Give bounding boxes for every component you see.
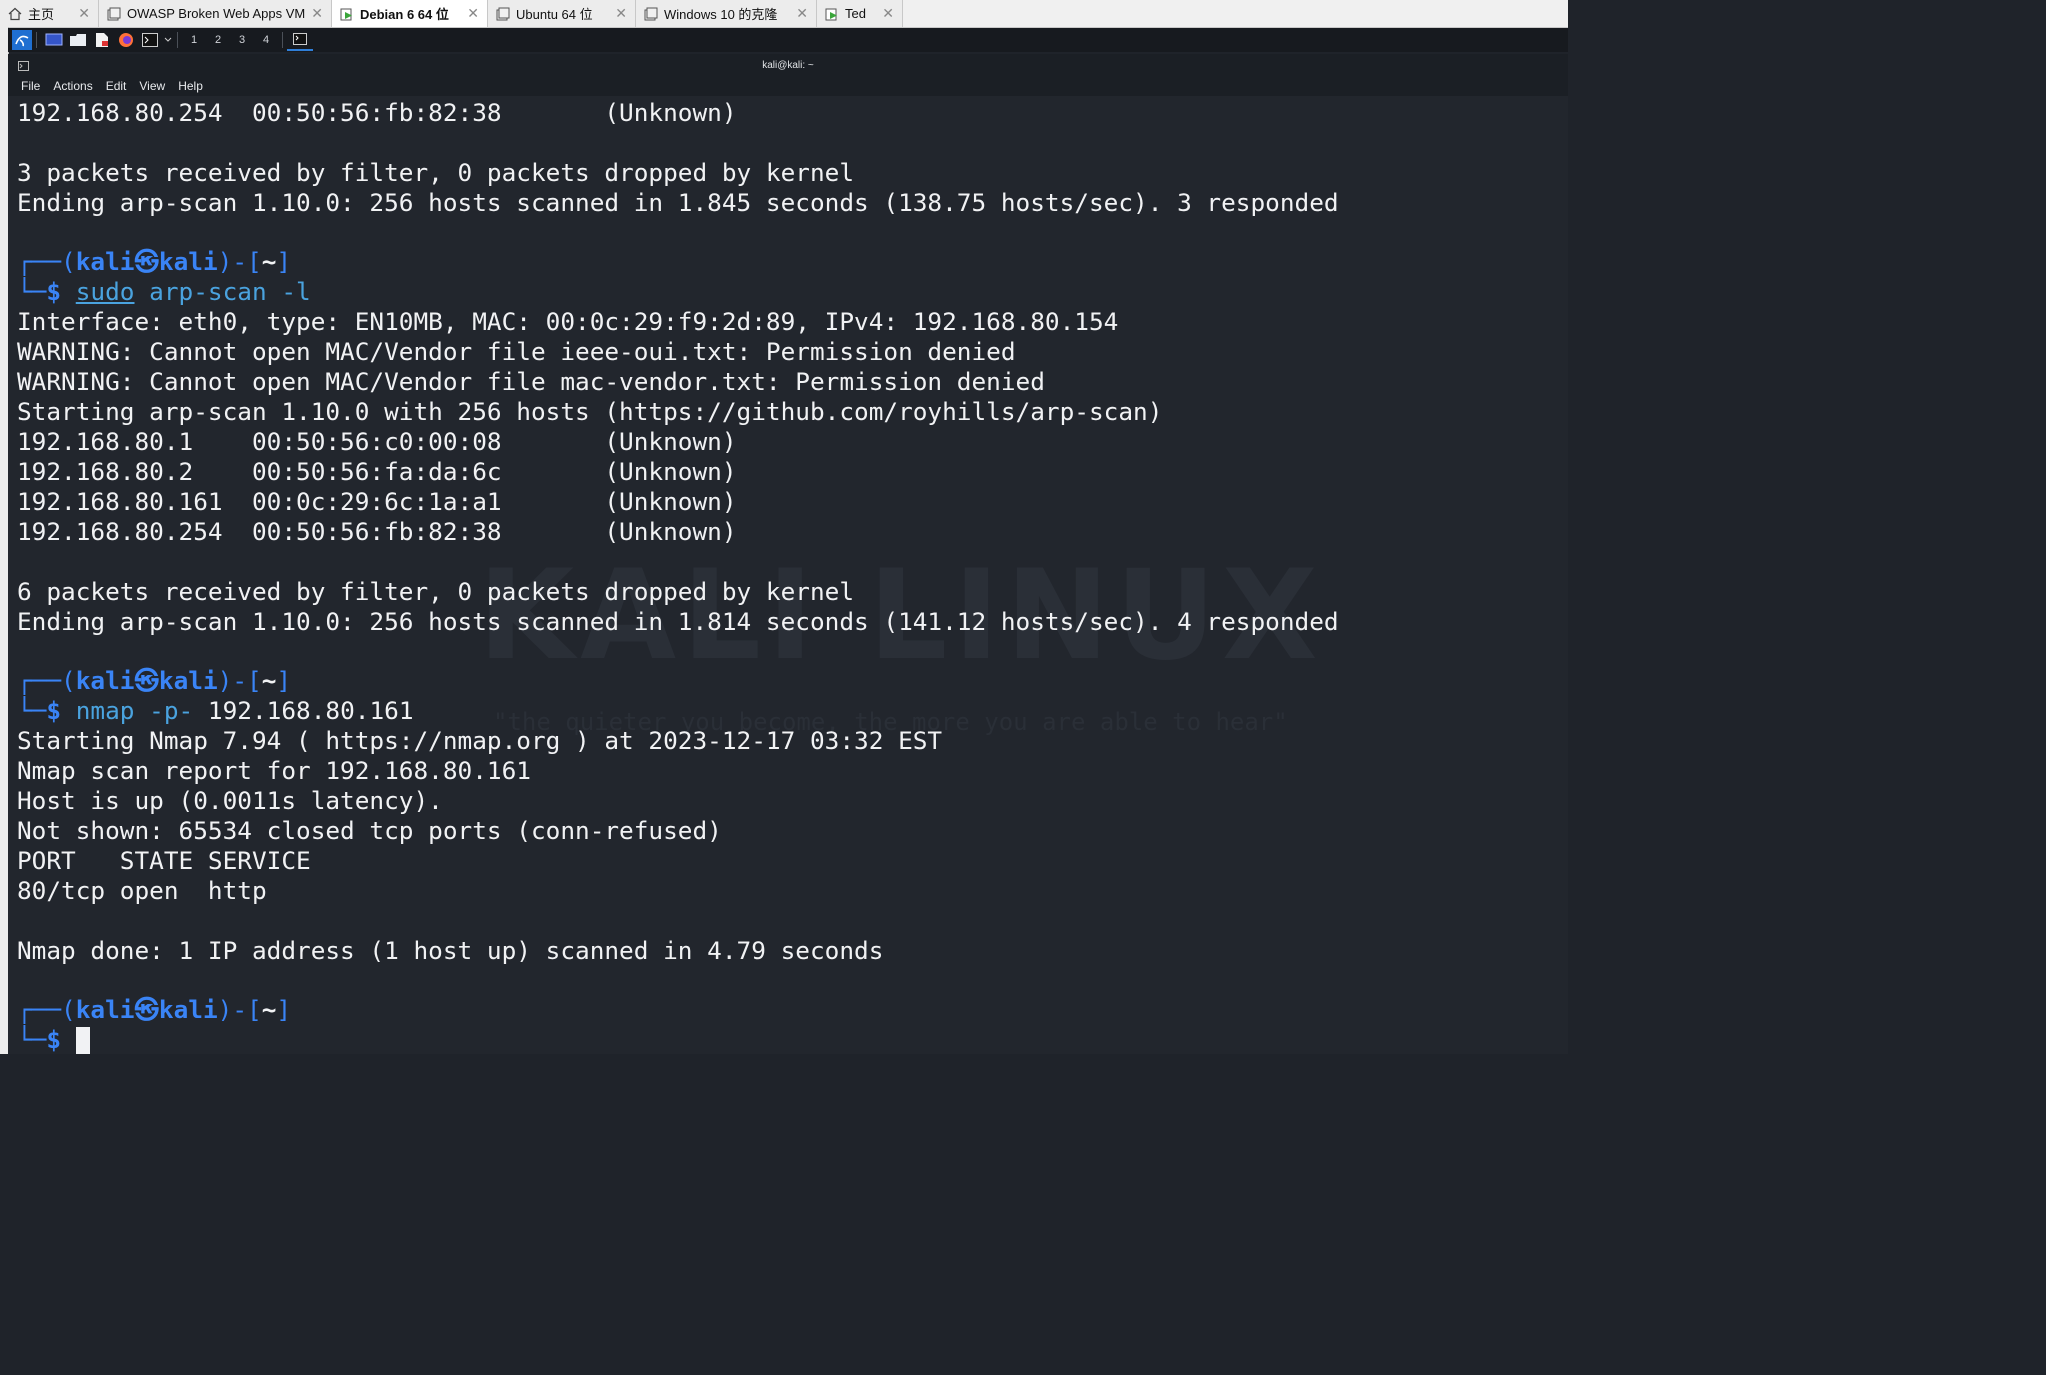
output-line: 192.168.80.254 00:50:56:fb:82:38 (Unknow…: [17, 517, 737, 546]
kali-top-panel: 1 2 3 4: [8, 28, 1568, 52]
desktop-icon[interactable]: [43, 30, 65, 50]
menu-edit[interactable]: Edit: [106, 79, 127, 93]
command-line: └─$ nmap -p- 192.168.80.161: [17, 696, 414, 725]
prompt-line: ┌──(kali㉿kali)-[~]: [17, 995, 292, 1024]
panel-separator: [177, 32, 178, 48]
tab-home[interactable]: 主页 ✕: [0, 0, 99, 27]
output-line: PORT STATE SERVICE: [17, 846, 311, 875]
close-icon[interactable]: ✕: [311, 6, 323, 22]
output-line: 192.168.80.161 00:0c:29:6c:1a:a1 (Unknow…: [17, 487, 737, 516]
panel-separator: [36, 32, 37, 48]
workspace-4[interactable]: 4: [254, 34, 278, 46]
workspace-2[interactable]: 2: [206, 34, 230, 46]
terminal-title-bar: kali@kali: ~: [8, 54, 1568, 76]
menu-actions[interactable]: Actions: [53, 79, 92, 93]
output-line: 192.168.80.2 00:50:56:fa:da:6c (Unknown): [17, 457, 737, 486]
menu-view[interactable]: View: [139, 79, 165, 93]
chevron-down-icon[interactable]: [163, 30, 173, 50]
text-cursor: [75, 1027, 90, 1054]
output-line: 192.168.80.254 00:50:56:fb:82:38 (Unknow…: [17, 98, 737, 127]
tab-label: Debian 6 64 位: [360, 7, 449, 22]
close-icon[interactable]: ✕: [78, 6, 90, 22]
tab-ted-vm[interactable]: Ted ✕: [817, 0, 903, 27]
terminal-window-icon: [293, 30, 307, 49]
workspace-1[interactable]: 1: [182, 34, 206, 46]
output-line: Not shown: 65534 closed tcp ports (conn-…: [17, 816, 722, 845]
tab-label: Windows 10 的克隆: [664, 7, 778, 22]
tab-windows10-vm[interactable]: Windows 10 的克隆 ✕: [636, 0, 817, 27]
window-title: kali@kali: ~: [762, 59, 814, 71]
close-icon[interactable]: ✕: [467, 6, 479, 22]
close-icon[interactable]: ✕: [882, 6, 894, 22]
output-line: 80/tcp open http: [17, 876, 267, 905]
output-line: Ending arp-scan 1.10.0: 256 hosts scanne…: [17, 607, 1339, 636]
terminal-icon[interactable]: [139, 30, 161, 50]
tab-label: OWASP Broken Web Apps VM ...: [127, 6, 306, 21]
command-line[interactable]: └─$: [17, 1025, 90, 1054]
output-line: 6 packets received by filter, 0 packets …: [17, 577, 855, 606]
output-line: WARNING: Cannot open MAC/Vendor file mac…: [17, 367, 1045, 396]
tab-label: 主页: [28, 7, 55, 22]
vm-running-icon: [825, 7, 839, 21]
workspace-3[interactable]: 3: [230, 34, 254, 46]
vm-tab-bar: 主页 ✕ OWASP Broken Web Apps VM ... ✕ Debi…: [0, 0, 1568, 28]
close-icon[interactable]: ✕: [615, 6, 627, 22]
output-line: Nmap done: 1 IP address (1 host up) scan…: [17, 936, 884, 965]
firefox-icon[interactable]: [115, 30, 137, 50]
tab-label: Ted: [845, 6, 866, 21]
output-line: Host is up (0.0011s latency).: [17, 786, 443, 815]
output-line: Ending arp-scan 1.10.0: 256 hosts scanne…: [17, 188, 1339, 217]
menu-help[interactable]: Help: [178, 79, 203, 93]
home-icon: [8, 7, 22, 21]
vm-icon: [496, 7, 510, 21]
output-line: WARNING: Cannot open MAC/Vendor file iee…: [17, 337, 1016, 366]
tab-ubuntu-vm[interactable]: Ubuntu 64 位 ✕: [488, 0, 636, 27]
vm-running-icon: [340, 7, 354, 21]
text-editor-icon[interactable]: [91, 30, 113, 50]
output-line: Interface: eth0, type: EN10MB, MAC: 00:0…: [17, 307, 1119, 336]
output-line: Starting arp-scan 1.10.0 with 256 hosts …: [17, 397, 1163, 426]
tab-debian-vm[interactable]: Debian 6 64 位 ✕: [332, 0, 488, 27]
tab-owasp-vm[interactable]: OWASP Broken Web Apps VM ... ✕: [99, 0, 332, 27]
output-line: 192.168.80.1 00:50:56:c0:00:08 (Unknown): [17, 427, 737, 456]
panel-separator: [282, 32, 283, 48]
command-line: └─$ sudo arp-scan -l: [17, 277, 311, 306]
output-line: Nmap scan report for 192.168.80.161: [17, 756, 531, 785]
terminal-menu-bar: File Actions Edit View Help: [8, 76, 1568, 96]
file-manager-icon[interactable]: [67, 30, 89, 50]
terminal-output[interactable]: KALI LINUX "the quieter you become, the …: [8, 96, 1568, 1054]
prompt-line: ┌──(kali㉿kali)-[~]: [17, 666, 292, 695]
close-icon[interactable]: ✕: [796, 6, 808, 22]
taskbar-terminal-window[interactable]: [287, 29, 313, 51]
vm-icon: [107, 7, 121, 21]
output-line: 3 packets received by filter, 0 packets …: [17, 158, 855, 187]
vm-icon: [644, 7, 658, 21]
kali-menu-icon[interactable]: [12, 30, 32, 50]
menu-file[interactable]: File: [21, 79, 40, 93]
output-line: Starting Nmap 7.94 ( https://nmap.org ) …: [17, 726, 943, 755]
prompt-line: ┌──(kali㉿kali)-[~]: [17, 247, 292, 276]
tab-label: Ubuntu 64 位: [516, 7, 593, 22]
